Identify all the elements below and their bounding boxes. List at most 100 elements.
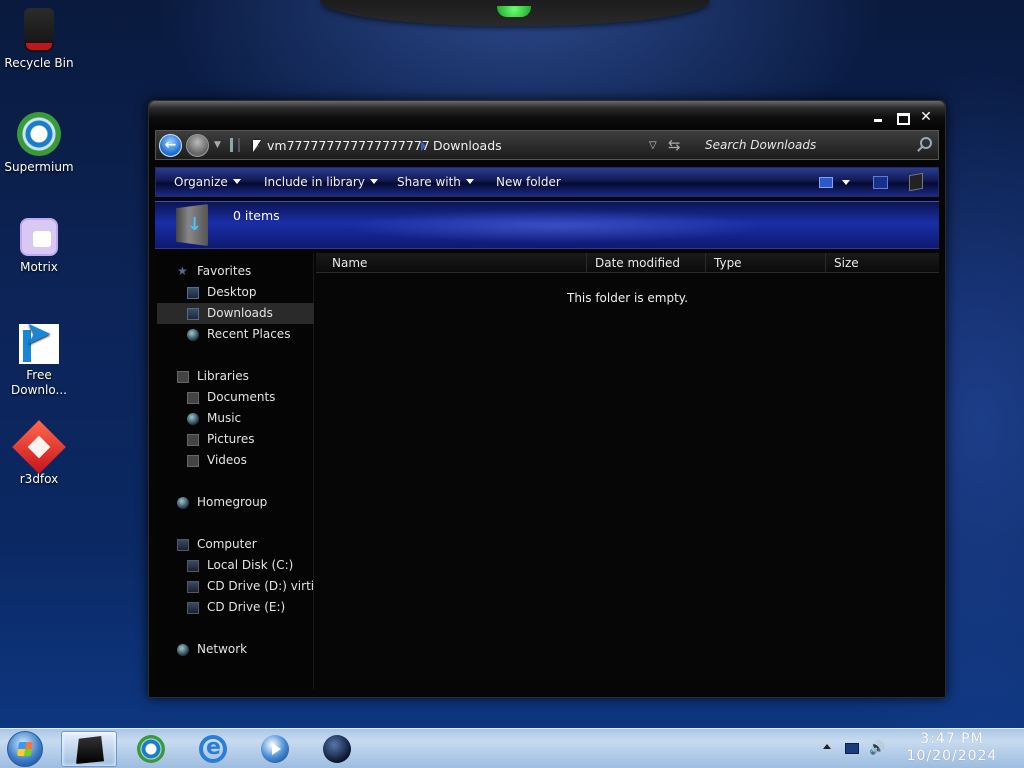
mouse-cursor-icon bbox=[253, 140, 261, 152]
minimize-button[interactable] bbox=[869, 110, 887, 124]
taskbar-media-player-button[interactable] bbox=[247, 731, 303, 767]
search-icon[interactable] bbox=[920, 137, 932, 149]
breadcrumb-vm[interactable]: vm777777777777777777 bbox=[267, 138, 430, 153]
taskbar-supermium-button[interactable] bbox=[123, 731, 179, 767]
column-headers: Name Date modified Type Size bbox=[316, 253, 939, 273]
taskbar-ie-button[interactable] bbox=[185, 731, 241, 767]
column-header-type[interactable]: Type bbox=[705, 253, 825, 273]
address-history-dropdown[interactable]: ▽ bbox=[649, 140, 657, 151]
desktop-icon-label: r3dfox bbox=[19, 472, 59, 486]
nav-downloads[interactable]: Downloads bbox=[157, 303, 314, 324]
new-folder-button[interactable]: New folder bbox=[496, 175, 561, 189]
recent-pages-dropdown[interactable]: ▼ bbox=[214, 140, 221, 150]
nav-computer[interactable]: Computer bbox=[157, 534, 314, 555]
search-box[interactable] bbox=[696, 131, 939, 159]
nav-label: Homegroup bbox=[197, 495, 268, 509]
clock-date: 10/20/2024 bbox=[906, 748, 998, 764]
cd-drive-icon bbox=[187, 581, 199, 593]
desktop-icon-recycle-bin[interactable]: Recycle Bin bbox=[4, 8, 74, 71]
recent-places-icon bbox=[187, 329, 199, 341]
nav-label: Videos bbox=[207, 453, 247, 467]
preview-pane-icon[interactable] bbox=[873, 176, 888, 189]
nav-label: CD Drive (D:) virtio-win bbox=[207, 579, 314, 593]
refresh-icon[interactable]: ⇆ bbox=[668, 136, 681, 154]
documents-icon bbox=[187, 392, 199, 404]
nav-cd-drive-e[interactable]: CD Drive (E:) bbox=[157, 597, 314, 618]
nav-label: Downloads bbox=[207, 306, 273, 320]
network-icon bbox=[177, 644, 189, 656]
nav-homegroup[interactable]: Homegroup bbox=[157, 492, 314, 513]
supermium-icon bbox=[17, 112, 61, 156]
change-view-icon[interactable] bbox=[819, 177, 833, 188]
nav-libraries[interactable]: Libraries bbox=[157, 366, 314, 387]
command-toolbar: Organize Include in library Share with N… bbox=[155, 167, 939, 197]
search-input[interactable] bbox=[696, 131, 939, 159]
nav-label: Favorites bbox=[197, 264, 252, 278]
include-in-library-button[interactable]: Include in library bbox=[264, 175, 378, 189]
item-count: 0 items bbox=[233, 208, 280, 223]
show-hidden-icons-button[interactable] bbox=[823, 744, 831, 749]
windows-explorer-icon bbox=[76, 736, 104, 764]
network-tray-icon[interactable] bbox=[845, 743, 859, 754]
back-button[interactable]: ← bbox=[159, 134, 182, 157]
nav-label: Documents bbox=[207, 390, 276, 404]
nav-pictures[interactable]: Pictures bbox=[157, 429, 314, 450]
free-download-manager-icon bbox=[19, 324, 59, 364]
chevron-down-icon bbox=[232, 179, 241, 184]
start-button[interactable] bbox=[7, 731, 43, 767]
nav-music[interactable]: Music bbox=[157, 408, 314, 429]
forward-button[interactable] bbox=[186, 134, 209, 157]
organize-button[interactable]: Organize bbox=[174, 175, 241, 189]
clock[interactable]: 3:47 PM 10/20/2024 bbox=[893, 731, 1011, 765]
recycle-bin-icon bbox=[24, 8, 54, 52]
nav-videos[interactable]: Videos bbox=[157, 450, 314, 471]
help-icon[interactable] bbox=[909, 172, 923, 192]
desktop-icon-label: Motrix bbox=[20, 260, 58, 274]
details-header: 0 items bbox=[155, 201, 939, 249]
column-header-date-modified[interactable]: Date modified bbox=[586, 253, 705, 273]
folder-icon bbox=[230, 138, 240, 152]
cd-drive-icon bbox=[187, 602, 199, 614]
share-with-label: Share with bbox=[397, 175, 461, 189]
desktop-icon-label: Recycle Bin bbox=[4, 56, 74, 70]
videos-icon bbox=[187, 455, 199, 467]
desktop-icon-motrix[interactable]: Motrix bbox=[4, 218, 74, 275]
clock-time: 3:47 PM bbox=[920, 731, 984, 747]
more-views-dropdown[interactable] bbox=[842, 180, 850, 185]
share-with-button[interactable]: Share with bbox=[397, 175, 474, 189]
nav-network[interactable]: Network bbox=[157, 639, 314, 660]
breadcrumb-downloads[interactable]: Downloads bbox=[433, 138, 502, 153]
nav-label: Local Disk (C:) bbox=[207, 558, 294, 572]
nav-label: Recent Places bbox=[207, 327, 291, 341]
column-header-size[interactable]: Size bbox=[825, 253, 907, 273]
desktop-icon-supermium[interactable]: Supermium bbox=[4, 112, 74, 175]
breadcrumb-separator-icon[interactable] bbox=[421, 141, 426, 151]
downloads-folder-icon bbox=[176, 204, 208, 246]
supermium-icon bbox=[137, 735, 165, 763]
taskbar-globe-button[interactable] bbox=[309, 731, 365, 767]
nav-local-disk-c[interactable]: Local Disk (C:) bbox=[157, 555, 314, 576]
globe-icon bbox=[323, 735, 351, 763]
window-titlebar[interactable]: ✕ bbox=[149, 101, 945, 129]
star-icon: ★ bbox=[177, 264, 188, 278]
desktop-icon-r3dfox[interactable]: r3dfox bbox=[4, 424, 74, 487]
nav-favorites[interactable]: ★ Favorites bbox=[157, 261, 314, 282]
nav-documents[interactable]: Documents bbox=[157, 387, 314, 408]
homegroup-icon bbox=[177, 497, 189, 509]
address-bar[interactable]: ← ▼ vm777777777777777777 Downloads ▽ ⇆ bbox=[155, 130, 939, 160]
volume-icon[interactable]: 🔊 bbox=[869, 742, 885, 756]
include-in-library-label: Include in library bbox=[264, 175, 365, 189]
nav-label: Network bbox=[197, 642, 248, 656]
taskbar-explorer-button[interactable] bbox=[61, 731, 117, 767]
nav-desktop[interactable]: Desktop bbox=[157, 282, 314, 303]
nav-recent-places[interactable]: Recent Places bbox=[157, 324, 314, 345]
maximize-button[interactable] bbox=[893, 110, 911, 125]
close-button[interactable]: ✕ bbox=[917, 110, 935, 124]
column-header-name[interactable]: Name bbox=[316, 253, 586, 273]
nav-cd-drive-d[interactable]: CD Drive (D:) virtio-win bbox=[157, 576, 314, 597]
desktop-icon-free-download-manager[interactable]: Free Downlo... bbox=[4, 324, 74, 398]
downloads-icon bbox=[187, 308, 199, 320]
desktop-icon-label: Supermium bbox=[4, 160, 74, 174]
media-player-icon bbox=[261, 735, 289, 763]
r3dfox-icon bbox=[14, 424, 64, 468]
